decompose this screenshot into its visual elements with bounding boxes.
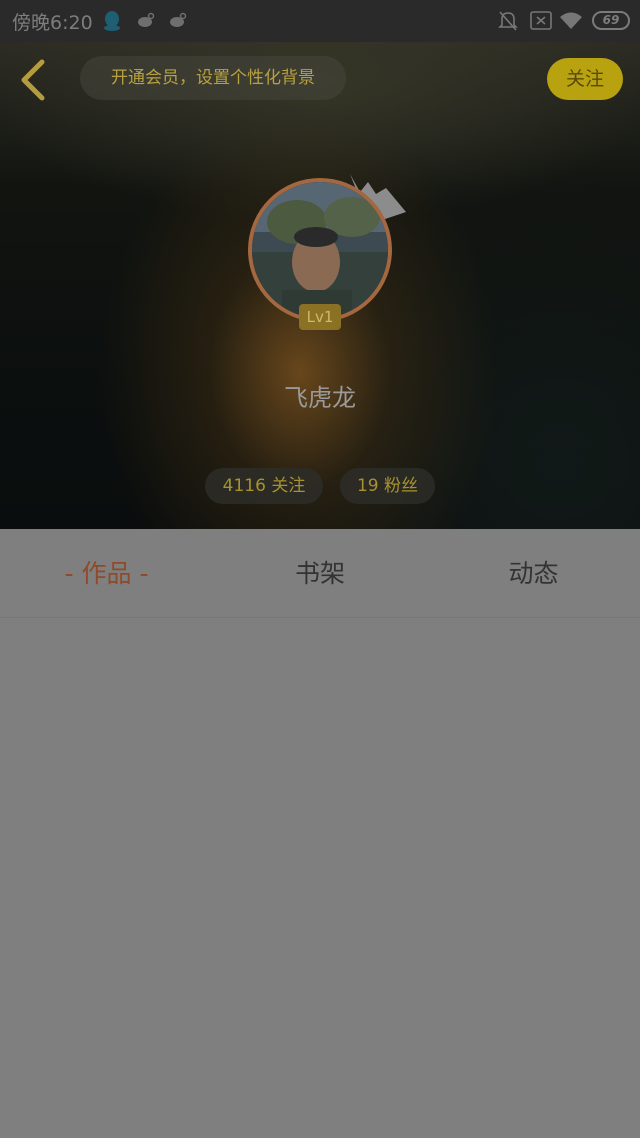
follow-button[interactable]: 关注 — [547, 58, 623, 100]
avatar-photo — [252, 182, 388, 318]
profile-header: 开通会员，设置个性化背景 关注 Lv1 飞虎龙 4116 关注 19 粉丝 — [0, 42, 640, 529]
back-button[interactable] — [14, 58, 54, 102]
profile-screen: 傍晚6:20 69 开通会员，设置个性化背景 关注 Lv1 飞虎龙 4116 关… — [0, 0, 640, 1138]
tab-content — [0, 619, 640, 1138]
tab-works[interactable]: - 作品 - — [0, 529, 213, 618]
wifi-icon — [560, 12, 582, 29]
status-bar: 傍晚6:20 69 — [0, 0, 640, 42]
bell-muted-icon — [498, 11, 518, 31]
sim-off-icon — [530, 11, 552, 30]
following-count[interactable]: 4116 关注 — [205, 468, 323, 504]
username: 飞虎龙 — [284, 384, 356, 412]
avatar[interactable] — [248, 178, 392, 322]
battery-icon: 69 — [592, 11, 630, 30]
weibo-icon — [170, 12, 187, 27]
qq-icon — [104, 11, 120, 31]
tab-bookshelf[interactable]: 书架 — [213, 529, 427, 618]
profile-tabs: - 作品 - 书架 动态 — [0, 529, 640, 618]
vip-background-prompt[interactable]: 开通会员，设置个性化背景 — [80, 56, 346, 100]
tab-activity[interactable]: 动态 — [427, 529, 640, 618]
fans-count[interactable]: 19 粉丝 — [340, 468, 435, 504]
level-badge: Lv1 — [299, 304, 341, 330]
status-time: 傍晚6:20 — [12, 12, 93, 34]
weibo-icon — [138, 12, 155, 27]
